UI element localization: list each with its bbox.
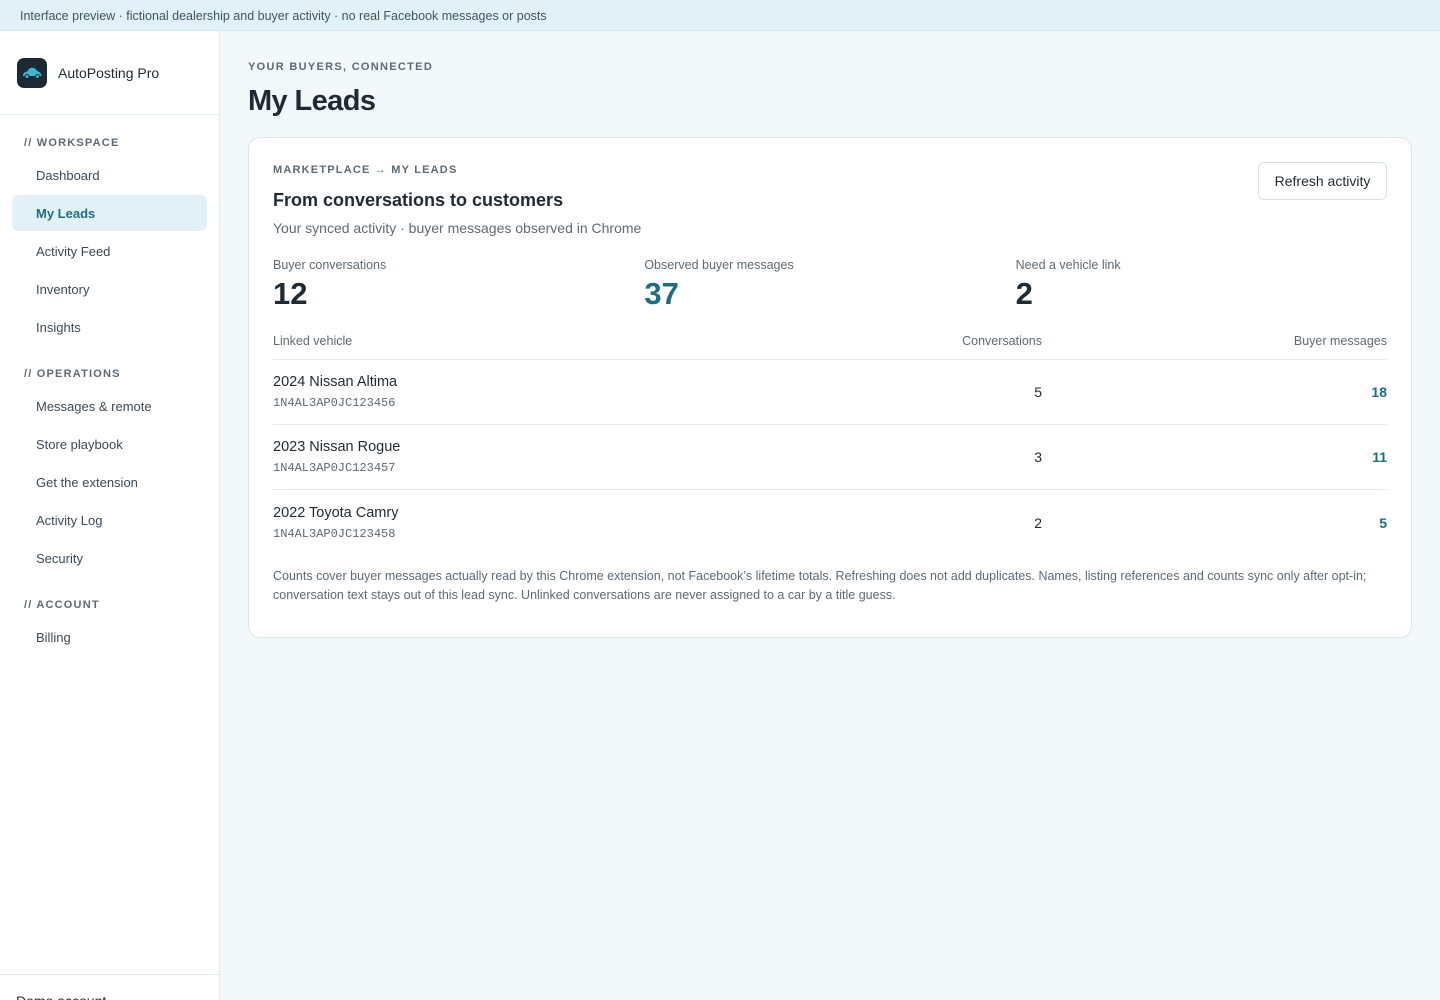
preview-banner: Interface preview · fictional dealership… <box>0 0 1440 31</box>
conversations-count: 5 <box>1034 384 1042 400</box>
sidebar: AutoPosting Pro // WORKSPACE Dashboard M… <box>0 31 220 1000</box>
stats-row: Buyer conversations 12 Observed buyer me… <box>273 258 1387 312</box>
vehicle-name: 2023 Nissan Rogue <box>273 439 401 455</box>
brand-name: AutoPosting Pro <box>58 64 160 81</box>
sidebar-footer-account[interactable]: Demo account <box>0 974 219 1000</box>
table-row[interactable]: 2022 Toyota Camry 1N4AL3AP0JC123458 2 5 <box>273 490 1387 555</box>
column-header-conversations: Conversations <box>962 334 1042 348</box>
stat-buyer-conversations: Buyer conversations 12 <box>273 258 644 312</box>
card-subtitle: Your synced activity · buyer messages ob… <box>273 220 642 236</box>
sidebar-item-dashboard[interactable]: Dashboard <box>12 157 207 193</box>
sidebar-item-insights[interactable]: Insights <box>12 309 207 345</box>
stat-value: 2 <box>1015 276 1033 311</box>
page-title: My Leads <box>248 85 376 117</box>
sidebar-item-my-leads[interactable]: My Leads <box>12 195 207 231</box>
sync-footnote: Counts cover buyer messages actually rea… <box>273 569 1367 602</box>
vehicle-vin: 1N4AL3AP0JC123458 <box>273 526 396 541</box>
card-breadcrumb: MARKETPLACE → MY LEADS <box>273 164 458 176</box>
sidebar-item-store-playbook[interactable]: Store playbook <box>12 426 207 462</box>
stat-observed-messages: Observed buyer messages 37 <box>644 258 1015 312</box>
stat-value: 37 <box>644 276 679 311</box>
linked-vehicles-table: Linked vehicle Conversations Buyer messa… <box>273 334 1387 555</box>
vehicle-name: 2024 Nissan Altima <box>273 374 398 390</box>
sidebar-item-billing[interactable]: Billing <box>12 619 207 655</box>
sidebar-item-get-extension[interactable]: Get the extension <box>12 464 207 500</box>
refresh-activity-button[interactable]: Refresh activity <box>1258 162 1387 200</box>
card-title: From conversations to customers <box>273 190 564 210</box>
stat-label: Buyer conversations <box>273 258 387 272</box>
conversations-count: 3 <box>1034 449 1042 465</box>
table-header: Linked vehicle Conversations Buyer messa… <box>273 334 1387 360</box>
buyer-messages-count: 18 <box>1371 384 1387 400</box>
vehicle-vin: 1N4AL3AP0JC123456 <box>273 396 396 410</box>
car-icon <box>17 57 47 88</box>
column-header-buyer-messages: Buyer messages <box>1293 334 1387 348</box>
brand[interactable]: AutoPosting Pro <box>0 31 219 115</box>
buyer-messages-count: 5 <box>1379 514 1387 531</box>
stat-label: Need a vehicle link <box>1015 258 1121 272</box>
stat-need-vehicle-link: Need a vehicle link 2 <box>1016 258 1387 312</box>
stat-label: Observed buyer messages <box>644 258 794 272</box>
conversations-count: 2 <box>1034 514 1042 531</box>
nav-section-account: // ACCOUNT <box>24 599 100 611</box>
sidebar-item-activity-feed[interactable]: Activity Feed <box>12 233 207 269</box>
vehicle-vin: 1N4AL3AP0JC123457 <box>273 461 396 475</box>
nav-section-operations: // OPERATIONS <box>24 368 121 380</box>
stat-value: 12 <box>273 276 308 311</box>
vehicle-name: 2022 Toyota Camry <box>273 504 399 521</box>
nav-section-workspace: // WORKSPACE <box>24 137 120 149</box>
column-header-vehicle: Linked vehicle <box>273 334 353 348</box>
table-row[interactable]: 2024 Nissan Altima 1N4AL3AP0JC123456 5 1… <box>273 360 1387 425</box>
sidebar-item-security[interactable]: Security <box>12 540 207 576</box>
sidebar-item-activity-log[interactable]: Activity Log <box>12 502 207 538</box>
leads-card: MARKETPLACE → MY LEADS From conversation… <box>248 137 1412 638</box>
sidebar-item-messages-remote[interactable]: Messages & remote <box>12 388 207 424</box>
sidebar-item-inventory[interactable]: Inventory <box>12 271 207 307</box>
buyer-messages-count: 11 <box>1372 449 1387 465</box>
page-eyebrow: YOUR BUYERS, CONNECTED <box>248 61 434 73</box>
table-row[interactable]: 2023 Nissan Rogue 1N4AL3AP0JC123457 3 11 <box>273 425 1387 490</box>
main-content: YOUR BUYERS, CONNECTED My Leads MARKETPL… <box>248 31 1412 638</box>
